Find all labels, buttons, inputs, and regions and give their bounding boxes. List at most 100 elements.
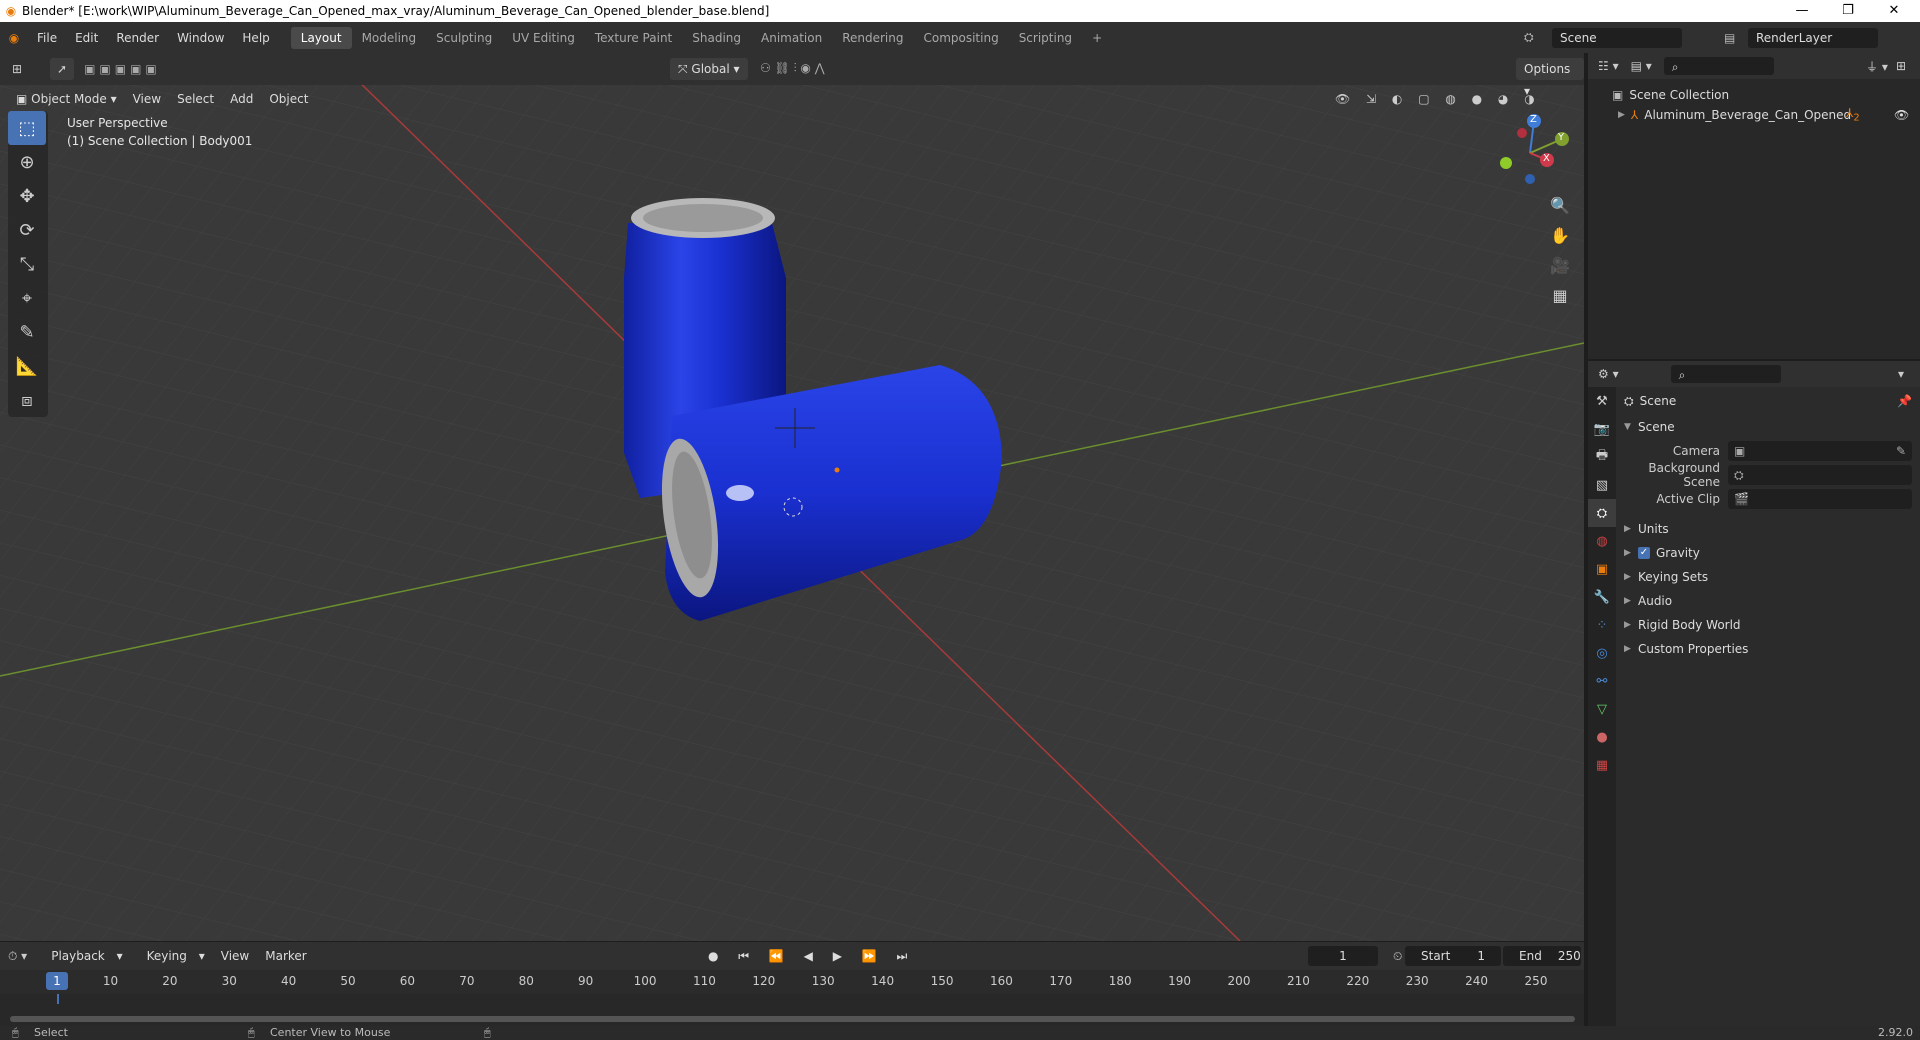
pin-icon[interactable]: 📌: [1897, 394, 1912, 408]
rigid-body-world-panel[interactable]: ▶ Rigid Body World: [1618, 613, 1920, 637]
scene-icon[interactable]: ⛭: [1524, 30, 1534, 45]
menu-marker[interactable]: Marker: [257, 949, 314, 963]
new-collection-icon[interactable]: ⊞: [1896, 59, 1906, 73]
scale-tool-icon[interactable]: ⤡: [8, 247, 46, 281]
current-frame-field[interactable]: 1: [1308, 946, 1378, 966]
background-scene-field[interactable]: ⛭: [1728, 465, 1912, 485]
frame-ruler[interactable]: 1 10 20 30 40 50 60 70 80 90 100 110 120 130 140 150 16…: [0, 970, 1584, 994]
render-layer-selector[interactable]: RenderLayer: [1748, 27, 1878, 48]
playback-controls[interactable]: ● ⏮ ⏪ ◀ ▶ ⏩ ⏭: [700, 949, 923, 964]
menu-file[interactable]: File: [28, 31, 66, 45]
add-cube-tool-icon[interactable]: ⧈: [8, 383, 46, 417]
tab-layout[interactable]: Layout: [290, 26, 352, 49]
tab-compositing[interactable]: Compositing: [913, 27, 1008, 49]
tab-sculpting[interactable]: Sculpting: [426, 27, 502, 49]
filter-icon[interactable]: ⏚ ▾: [1866, 58, 1888, 75]
eyedropper-icon[interactable]: ✎: [1896, 444, 1906, 458]
blender-menu-icon[interactable]: ◉: [0, 31, 28, 45]
tab-scripting[interactable]: Scripting: [1009, 27, 1082, 49]
material-tab-icon[interactable]: ●: [1588, 723, 1616, 751]
options-dropdown[interactable]: Options ▾: [1516, 58, 1584, 98]
menu-playback[interactable]: Playback ▾: [35, 949, 130, 963]
gravity-panel[interactable]: ▶ ✓ Gravity: [1618, 541, 1920, 565]
render-tab-icon[interactable]: 📷: [1588, 415, 1616, 443]
rotate-tool-icon[interactable]: ⟳: [8, 213, 46, 247]
physics-tab-icon[interactable]: ◎: [1588, 639, 1616, 667]
pan-hand-icon[interactable]: ✋: [1545, 221, 1575, 249]
tab-texture-paint[interactable]: Texture Paint: [585, 27, 682, 49]
audio-panel[interactable]: ▶ Audio: [1618, 589, 1920, 613]
minimize-button[interactable]: —: [1780, 0, 1824, 22]
transform-tool-icon[interactable]: ⌖: [8, 281, 46, 315]
world-tab-icon[interactable]: ◍: [1588, 527, 1616, 555]
measure-tool-icon[interactable]: 📐: [8, 349, 46, 383]
menu-help[interactable]: Help: [233, 31, 278, 45]
menu-view[interactable]: View: [125, 88, 169, 110]
add-workspace-button[interactable]: +: [1082, 27, 1112, 49]
ortho-grid-icon[interactable]: ▦: [1545, 281, 1575, 309]
tab-modeling[interactable]: Modeling: [352, 27, 427, 49]
properties-editor-icon[interactable]: ⚙ ▾: [1598, 367, 1619, 381]
particles-tab-icon[interactable]: ⁘: [1588, 611, 1616, 639]
tool-tab-icon[interactable]: ⚒: [1588, 387, 1616, 415]
navigation-gizmo[interactable]: Z Y X: [1490, 113, 1570, 193]
timeline-scrollbar[interactable]: [10, 1016, 1575, 1022]
object-tab-icon[interactable]: ▣: [1588, 555, 1616, 583]
3d-viewport[interactable]: ⊞ ➚ ▣▣▣▣▣ ⤧ Global ▾ ⚇ ⛓ ⫶ ◉ ⋀ Options ▾…: [0, 53, 1584, 941]
tab-rendering[interactable]: Rendering: [832, 27, 913, 49]
close-button[interactable]: ✕: [1872, 0, 1916, 22]
end-frame-field[interactable]: End 250: [1503, 946, 1581, 966]
selection-mode-icons[interactable]: ▣▣▣▣▣: [84, 62, 161, 76]
scene-panel-header[interactable]: ▼ Scene: [1618, 415, 1920, 439]
maximize-button[interactable]: ❐: [1826, 0, 1870, 22]
zoom-icon[interactable]: 🔍: [1545, 191, 1575, 219]
menu-select[interactable]: Select: [169, 88, 222, 110]
tab-shading[interactable]: Shading: [682, 27, 751, 49]
constraints-tab-icon[interactable]: ⚯: [1588, 667, 1616, 695]
annotate-tool-icon[interactable]: ✎: [8, 315, 46, 349]
view-layer-tab-icon[interactable]: ▧: [1588, 471, 1616, 499]
visibility-eye-icon[interactable]: 👁: [1894, 108, 1909, 122]
camera-view-icon[interactable]: 🎥: [1545, 251, 1575, 279]
tab-animation[interactable]: Animation: [751, 27, 832, 49]
timeline-editor-icon[interactable]: ⏱ ▾: [0, 949, 35, 964]
move-tool-icon[interactable]: ✥: [8, 179, 46, 213]
custom-properties-panel[interactable]: ▶ Custom Properties: [1618, 637, 1920, 661]
display-mode-icon[interactable]: ▤ ▾: [1631, 59, 1652, 73]
outliner-row-can[interactable]: ▶ ⅄ Aluminum_Beverage_Can_Opened ⅄2 👁: [1588, 105, 1920, 125]
editor-type-icon[interactable]: ⊞: [12, 62, 22, 76]
outliner-search-input[interactable]: ⌕: [1663, 57, 1774, 75]
menu-render[interactable]: Render: [107, 31, 168, 45]
outliner-editor-icon[interactable]: ☷ ▾: [1598, 59, 1619, 73]
mode-dropdown[interactable]: ▣ Object Mode ▾: [8, 88, 125, 110]
scene-selector[interactable]: Scene: [1552, 27, 1682, 48]
gravity-checkbox[interactable]: ✓: [1638, 547, 1650, 559]
units-panel[interactable]: ▶ Units: [1618, 517, 1920, 541]
render-layer-icon[interactable]: ▤: [1724, 31, 1735, 45]
menu-object[interactable]: Object: [261, 88, 316, 110]
properties-search-input[interactable]: ⌕: [1670, 365, 1781, 383]
menu-timeline-view[interactable]: View: [213, 949, 257, 963]
orientation-dropdown[interactable]: ⤧ Global ▾: [670, 58, 748, 80]
start-frame-field[interactable]: Start 1: [1405, 946, 1501, 966]
frame-cursor[interactable]: 1: [46, 972, 68, 990]
scene-tab-icon[interactable]: ⛭: [1588, 499, 1616, 527]
keying-sets-panel[interactable]: ▶ Keying Sets: [1618, 565, 1920, 589]
select-box-tool-icon[interactable]: ⬚: [8, 111, 46, 145]
tab-uv-editing[interactable]: UV Editing: [502, 27, 585, 49]
data-tab-icon[interactable]: ▽: [1588, 695, 1616, 723]
active-clip-field[interactable]: 🎬: [1728, 489, 1912, 509]
timeline-track-area[interactable]: [0, 994, 1584, 1026]
menu-add[interactable]: Add: [222, 88, 261, 110]
properties-options-icon[interactable]: ▾: [1898, 367, 1904, 381]
expand-arrow-icon[interactable]: ▶: [1618, 110, 1625, 120]
camera-field[interactable]: ▣ ✎: [1728, 441, 1912, 461]
texture-tab-icon[interactable]: ▦: [1588, 751, 1616, 779]
output-tab-icon[interactable]: 🖶: [1588, 443, 1616, 471]
outliner-row-scene-collection[interactable]: ▣ Scene Collection: [1588, 85, 1920, 105]
cursor-tool-icon[interactable]: ⊕: [8, 145, 46, 179]
menu-edit[interactable]: Edit: [66, 31, 107, 45]
pivot-snap-icons[interactable]: ⚇ ⛓ ⫶ ◉ ⋀: [760, 61, 825, 76]
menu-keying[interactable]: Keying ▾: [131, 949, 213, 963]
viewport-shading-icons[interactable]: 👁 ⇲ ◐ ▢ ◍ ● ◕ ◑: [1335, 92, 1541, 106]
